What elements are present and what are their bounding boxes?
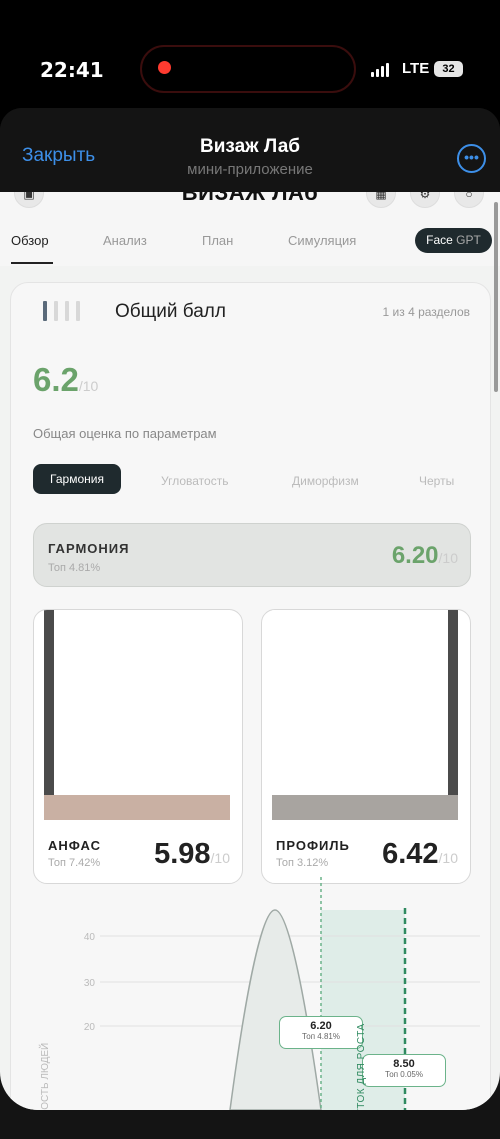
profile-photo-edge xyxy=(448,610,458,820)
harmony-score-row[interactable]: ГАРМОНИЯ Топ 4.81% 6.20/10 xyxy=(33,523,471,587)
harmony-label: ГАРМОНИЯ xyxy=(48,541,130,556)
section-progress-icon xyxy=(43,301,80,321)
harmony-top: Топ 4.81% xyxy=(48,562,101,574)
battery-icon: 32 xyxy=(434,61,463,77)
card-title: Общий балл xyxy=(115,301,226,322)
y-tick: 40 xyxy=(84,932,96,943)
harmony-score: 6.20/10 xyxy=(392,542,458,570)
face-gpt-label: Face xyxy=(426,233,453,247)
harmony-score-value: 6.20 xyxy=(391,542,439,569)
app-title: Визаж Лаб xyxy=(199,136,301,157)
front-photo xyxy=(44,610,230,820)
web-content: ▣ ВИЗАЖ ЛАб ▦ ⚙ ○ Обзор Анализ План Симу… xyxy=(0,192,500,1110)
filter-angularity[interactable]: Угловатость xyxy=(161,474,228,488)
face-gpt-button[interactable]: Face GPT xyxy=(415,228,492,253)
network-label: LTE xyxy=(402,60,430,77)
front-photo-edge xyxy=(44,610,54,820)
app-subtitle: мини-приложение xyxy=(187,161,313,178)
dynamic-island xyxy=(140,45,356,93)
target-score-tag: 8.50 Топ 0.05% xyxy=(362,1054,446,1087)
score-description: Общая оценка по параметрам xyxy=(33,426,217,441)
y-tick: 20 xyxy=(84,1022,96,1033)
tab-overview[interactable]: Обзор xyxy=(11,233,49,248)
profile-photo xyxy=(272,610,458,820)
scrollbar[interactable] xyxy=(494,202,498,392)
user-score-tag: 6.20 Топ 4.81% xyxy=(279,1016,363,1049)
score-value: 6.2 xyxy=(33,361,79,398)
status-bar: 22:41 LTE 32 xyxy=(0,0,500,108)
tab-bar: Обзор Анализ План Симуляция Face GPT xyxy=(0,218,500,266)
growth-zone-label: КУТОК ДЛЯ РОСТА xyxy=(356,1023,367,1110)
filter-harmony[interactable]: Гармония xyxy=(33,464,121,494)
target-score-tag-top: Топ 0.05% xyxy=(385,1070,423,1079)
section-counter: 1 из 4 разделов xyxy=(382,305,470,319)
filter-features[interactable]: Черты xyxy=(419,474,454,488)
tab-plan[interactable]: План xyxy=(202,233,233,248)
tab-analysis[interactable]: Анализ xyxy=(103,233,147,248)
site-header: ▣ ВИЗАЖ ЛАб ▦ ⚙ ○ xyxy=(0,192,500,218)
user-score-tag-value: 6.20 xyxy=(310,1020,332,1032)
more-options-icon[interactable]: ••• xyxy=(457,144,486,173)
filter-dimorphism[interactable]: Диморфизм xyxy=(292,474,359,488)
mini-app-sheet: Закрыть Визаж Лаб мини-приложение ••• ▣ … xyxy=(0,108,500,1139)
y-tick: 30 xyxy=(84,978,96,989)
active-tab-indicator xyxy=(11,262,53,264)
user-score-tag-top: Топ 4.81% xyxy=(302,1032,340,1041)
clock: 22:41 xyxy=(40,58,104,82)
recording-indicator-icon xyxy=(158,61,171,74)
y-axis-label: НОСТЬ ЛЮДЕЙ xyxy=(40,1042,51,1110)
score-denominator: /10 xyxy=(78,378,99,394)
target-score-tag-value: 8.50 xyxy=(393,1058,415,1070)
distribution-curve xyxy=(229,909,322,1110)
signal-icon xyxy=(371,63,389,77)
mini-app-header: Закрыть Визаж Лаб мини-приложение ••• xyxy=(0,108,500,198)
tab-simulation[interactable]: Симуляция xyxy=(288,233,356,248)
face-gpt-suffix: GPT xyxy=(456,233,481,247)
overall-score: 6.2/10 xyxy=(33,361,98,399)
harmony-score-denominator: /10 xyxy=(438,550,458,566)
